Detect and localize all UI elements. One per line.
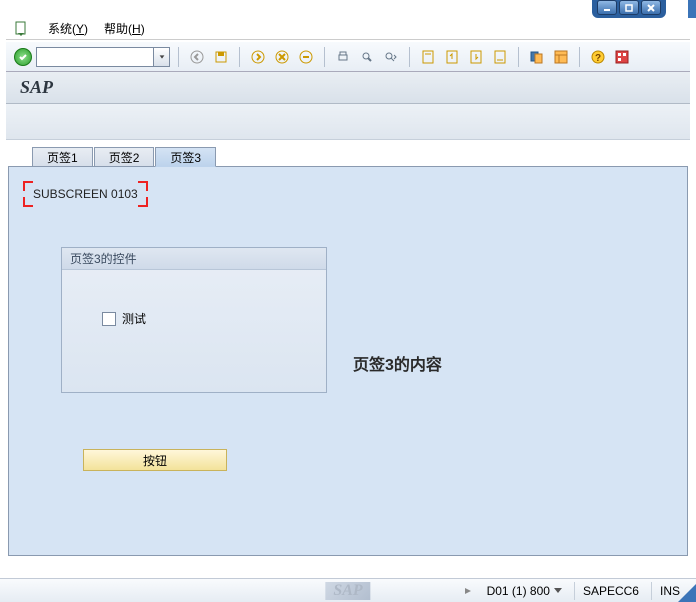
page-title-bar: SAP — [6, 72, 690, 104]
statusbar: SAP D01 (1) 800 SAPECC6 INS — [0, 578, 696, 602]
menu-system-label: 系统 — [48, 22, 72, 36]
separator — [239, 47, 240, 67]
tab-2[interactable]: 页签2 — [94, 147, 155, 167]
enter-button[interactable] — [14, 48, 32, 66]
find-icon[interactable] — [357, 47, 377, 67]
separator — [518, 47, 519, 67]
tab-1[interactable]: 页签1 — [32, 147, 93, 167]
menu-system[interactable]: 系统(Y) — [42, 18, 94, 39]
exit-icon[interactable] — [248, 47, 268, 67]
content-heading: 页签3的内容 — [353, 351, 442, 375]
page-title: SAP — [20, 77, 53, 98]
tab-label: 页签2 — [109, 149, 140, 166]
print-icon[interactable] — [333, 47, 353, 67]
command-dropdown[interactable] — [154, 47, 170, 67]
status-host-text: SAPECC6 — [583, 584, 639, 598]
status-expand-icon[interactable] — [461, 584, 475, 598]
subscreen-marker: SUBSCREEN 0103 — [23, 181, 148, 207]
groupbox-controls: 页签3的控件 测试 — [61, 247, 327, 393]
help-icon[interactable]: ? — [588, 47, 608, 67]
tab-body: SUBSCREEN 0103 页签3的控件 测试 页签3的内容 按钮 — [8, 166, 688, 556]
separator — [178, 47, 179, 67]
status-host: SAPECC6 — [574, 582, 647, 600]
toolbar: ? — [6, 42, 690, 72]
status-system[interactable]: D01 (1) 800 — [479, 582, 570, 600]
last-page-icon[interactable] — [490, 47, 510, 67]
separator — [409, 47, 410, 67]
action-button[interactable]: 按钮 — [83, 449, 227, 471]
customize-icon[interactable] — [612, 47, 632, 67]
subscreen-label: SUBSCREEN 0103 — [33, 187, 138, 201]
svg-text:?: ? — [595, 53, 601, 64]
tabstrip: 页签1 页签2 页签3 SUBSCREEN 0103 页签3的控件 测试 页签3… — [8, 144, 688, 556]
save-icon[interactable] — [211, 47, 231, 67]
groupbox-title: 页签3的控件 — [62, 248, 326, 270]
close-button[interactable] — [641, 0, 661, 15]
checkbox-label: 测试 — [122, 310, 146, 327]
layout-icon[interactable] — [551, 47, 571, 67]
menu-context-icon[interactable] — [14, 21, 30, 37]
maximize-button[interactable] — [619, 0, 639, 15]
next-page-icon[interactable] — [466, 47, 486, 67]
window-controls — [0, 0, 696, 18]
menubar: 系统(Y) 帮助(H) — [6, 18, 690, 40]
action-button-label: 按钮 — [143, 452, 167, 469]
command-field[interactable] — [36, 47, 170, 67]
tab-label: 页签1 — [47, 149, 78, 166]
find-next-icon[interactable] — [381, 47, 401, 67]
application-toolbar — [6, 104, 690, 140]
prev-page-icon[interactable] — [442, 47, 462, 67]
close-session-icon[interactable] — [296, 47, 316, 67]
back-icon[interactable] — [187, 47, 207, 67]
minimize-button[interactable] — [597, 0, 617, 15]
menu-help[interactable]: 帮助(H) — [98, 18, 151, 39]
separator — [579, 47, 580, 67]
cancel-icon[interactable] — [272, 47, 292, 67]
first-page-icon[interactable] — [418, 47, 438, 67]
tab-3[interactable]: 页签3 — [155, 147, 216, 167]
checkbox-test[interactable]: 测试 — [102, 310, 326, 327]
resize-grip[interactable] — [676, 582, 696, 602]
new-session-icon[interactable] — [527, 47, 547, 67]
dropdown-icon — [554, 588, 562, 593]
window-edge — [688, 0, 696, 18]
checkbox-box[interactable] — [102, 312, 116, 326]
status-system-text: D01 (1) 800 — [487, 584, 550, 598]
command-input[interactable] — [36, 47, 154, 67]
menu-system-accel: Y — [76, 22, 84, 36]
sap-logo: SAP — [325, 582, 370, 600]
menu-help-accel: H — [132, 22, 141, 36]
menu-help-label: 帮助 — [104, 22, 128, 36]
tab-label: 页签3 — [170, 149, 201, 166]
separator — [324, 47, 325, 67]
